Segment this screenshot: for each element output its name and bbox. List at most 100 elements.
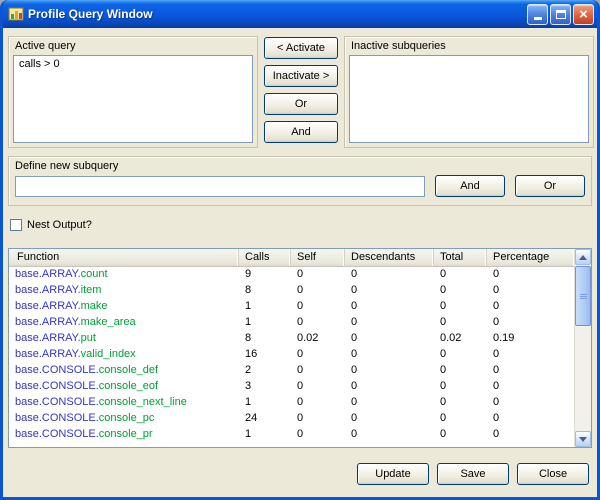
scrollbar-track[interactable] xyxy=(575,265,591,431)
column-header-descendants[interactable]: Descendants xyxy=(345,249,434,266)
close-dialog-button[interactable]: Close xyxy=(517,463,589,485)
cell-descendants: 0 xyxy=(345,267,434,283)
subquery-and-button[interactable]: And xyxy=(435,175,505,197)
cell-percentage: 0 xyxy=(487,379,574,395)
or-button[interactable]: Or xyxy=(264,93,338,115)
column-header-total[interactable]: Total xyxy=(434,249,487,266)
inactive-subqueries-list[interactable] xyxy=(349,55,589,143)
cell-function: base.CONSOLE.console_pr xyxy=(9,427,239,443)
table-row[interactable]: base.ARRAY.make10000 xyxy=(9,299,574,315)
function-prefix: base.ARRAY. xyxy=(15,300,81,312)
function-name: put xyxy=(81,332,96,344)
function-name: item xyxy=(81,284,102,296)
column-header-function[interactable]: Function xyxy=(9,249,239,266)
subquery-input[interactable] xyxy=(15,176,425,197)
cell-descendants: 0 xyxy=(345,283,434,299)
cell-total: 0 xyxy=(434,411,487,427)
cell-descendants: 0 xyxy=(345,427,434,443)
function-prefix: base.CONSOLE. xyxy=(15,428,99,440)
cell-total: 0.02 xyxy=(434,331,487,347)
function-prefix: base.ARRAY. xyxy=(15,348,81,360)
define-subquery-label: Define new subquery xyxy=(9,157,591,175)
column-header-calls[interactable]: Calls xyxy=(239,249,291,266)
query-action-buttons: < Activate Inactivate > Or And xyxy=(264,36,338,148)
cell-calls: 8 xyxy=(239,283,291,299)
app-icon xyxy=(8,6,24,22)
close-button[interactable]: × xyxy=(573,4,594,25)
cell-self: 0 xyxy=(291,363,345,379)
column-header-percentage[interactable]: Percentage xyxy=(487,249,574,266)
cell-calls: 1 xyxy=(239,427,291,443)
results-grid: Function Calls Self Descendants Total Pe… xyxy=(9,249,574,447)
cell-self: 0 xyxy=(291,427,345,443)
cell-descendants: 0 xyxy=(345,347,434,363)
inactivate-button[interactable]: Inactivate > xyxy=(264,65,338,87)
active-query-panel: Active query calls > 0 xyxy=(8,36,258,148)
cell-self: 0.02 xyxy=(291,331,345,347)
cell-percentage: 0 xyxy=(487,315,574,331)
cell-total: 0 xyxy=(434,363,487,379)
cell-descendants: 0 xyxy=(345,379,434,395)
cell-total: 0 xyxy=(434,395,487,411)
cell-descendants: 0 xyxy=(345,331,434,347)
scrollbar-thumb[interactable] xyxy=(575,266,591,326)
function-name: console_eof xyxy=(99,380,158,392)
activate-button[interactable]: < Activate xyxy=(264,37,338,59)
close-icon: × xyxy=(579,5,588,24)
table-row[interactable]: base.ARRAY.valid_index160000 xyxy=(9,347,574,363)
cell-function: base.ARRAY.count xyxy=(9,267,239,283)
cell-function: base.ARRAY.make_area xyxy=(9,315,239,331)
table-row[interactable]: base.ARRAY.item80000 xyxy=(9,283,574,299)
titlebar[interactable]: Profile Query Window × xyxy=(3,0,597,28)
cell-total: 0 xyxy=(434,315,487,331)
cell-percentage: 0.19 xyxy=(487,331,574,347)
save-button[interactable]: Save xyxy=(437,463,509,485)
table-row[interactable]: base.ARRAY.put80.0200.020.19 xyxy=(9,331,574,347)
and-button[interactable]: And xyxy=(264,121,338,143)
table-row[interactable]: base.ARRAY.count90000 xyxy=(9,267,574,283)
cell-percentage: 0 xyxy=(487,427,574,443)
function-prefix: base.ARRAY. xyxy=(15,268,81,280)
cell-percentage: 0 xyxy=(487,363,574,379)
cell-descendants: 0 xyxy=(345,411,434,427)
function-prefix: base.ARRAY. xyxy=(15,332,81,344)
table-row[interactable]: base.CONSOLE.console_def20000 xyxy=(9,363,574,379)
cell-total: 0 xyxy=(434,347,487,363)
cell-function: base.CONSOLE.console_next_line xyxy=(9,395,239,411)
table-row[interactable]: base.ARRAY.make_area10000 xyxy=(9,315,574,331)
scroll-up-button[interactable] xyxy=(575,249,591,265)
maximize-button[interactable] xyxy=(550,4,571,25)
cell-function: base.ARRAY.make xyxy=(9,299,239,315)
function-prefix: base.CONSOLE. xyxy=(15,380,99,392)
nest-output-checkbox[interactable] xyxy=(10,219,22,231)
active-query-item[interactable]: calls > 0 xyxy=(14,56,252,72)
function-prefix: base.CONSOLE. xyxy=(15,364,99,376)
cell-self: 0 xyxy=(291,395,345,411)
column-header-self[interactable]: Self xyxy=(291,249,345,266)
cell-descendants: 0 xyxy=(345,395,434,411)
cell-total: 0 xyxy=(434,299,487,315)
table-row[interactable]: base.CONSOLE.console_eof30000 xyxy=(9,379,574,395)
cell-calls: 9 xyxy=(239,267,291,283)
scroll-down-button[interactable] xyxy=(575,431,591,447)
vertical-scrollbar[interactable] xyxy=(574,249,591,447)
function-name: console_pc xyxy=(99,412,155,424)
nest-output-row: Nest Output? xyxy=(8,218,592,232)
cell-descendants: 0 xyxy=(345,363,434,379)
table-row[interactable]: base.CONSOLE.console_pc240000 xyxy=(9,411,574,427)
dialog-body: Active query calls > 0 < Activate Inacti… xyxy=(3,28,597,497)
cell-total: 0 xyxy=(434,283,487,299)
cell-function: base.CONSOLE.console_pc xyxy=(9,411,239,427)
inactive-subqueries-panel: Inactive subqueries xyxy=(344,36,594,148)
function-name: console_def xyxy=(99,364,158,376)
table-row[interactable]: base.CONSOLE.console_pr10000 xyxy=(9,427,574,443)
subquery-or-button[interactable]: Or xyxy=(515,175,585,197)
cell-total: 0 xyxy=(434,267,487,283)
table-row[interactable]: base.CONSOLE.console_next_line10000 xyxy=(9,395,574,411)
minimize-button[interactable] xyxy=(527,4,548,25)
inactive-subqueries-label: Inactive subqueries xyxy=(345,37,593,55)
nest-output-label: Nest Output? xyxy=(27,219,92,231)
update-button[interactable]: Update xyxy=(357,463,429,485)
caption-buttons: × xyxy=(527,4,594,25)
active-query-list[interactable]: calls > 0 xyxy=(13,55,253,143)
